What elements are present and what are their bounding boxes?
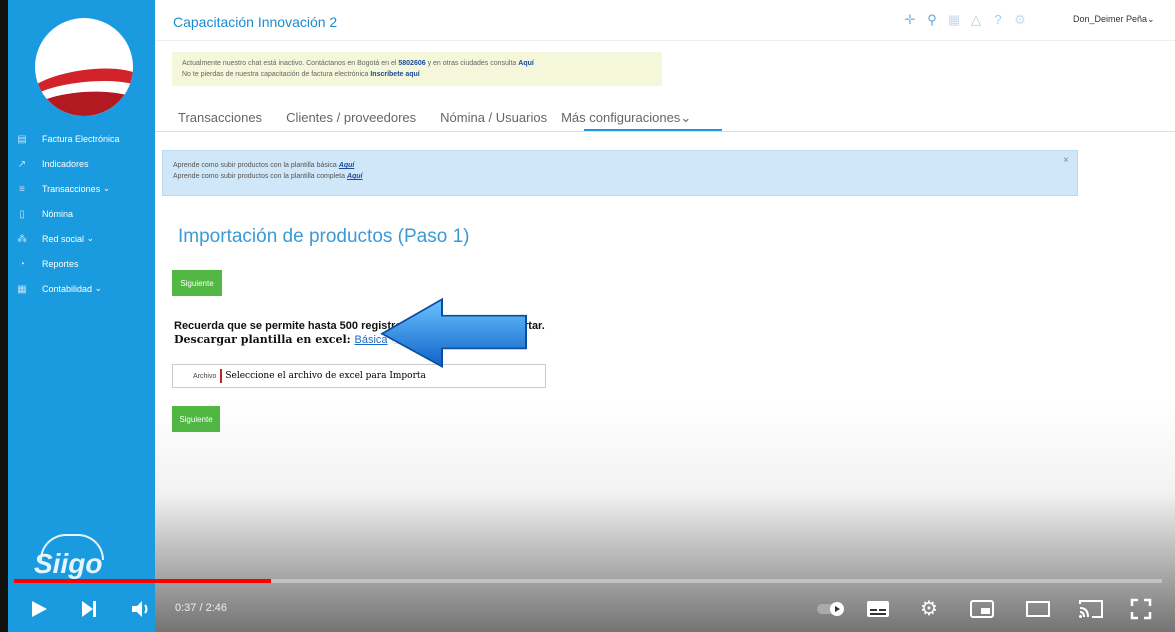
sidebar-item-transacciones[interactable]: ≡ Transacciones ⌄ — [8, 176, 155, 201]
info-alert: Aprende como subir productos con la plan… — [162, 150, 1078, 196]
brand-logo: Siigo — [34, 548, 103, 579]
sidebar-item-label: Factura Electrónica — [42, 133, 120, 144]
company-title[interactable]: Capacitación Innovación 2 — [173, 14, 337, 30]
video-progress-fill — [14, 579, 271, 583]
notice-text: y en otras ciudades consulta — [427, 60, 517, 67]
record-limit-text: Recuerda que se permite hasta 500 regist… — [174, 320, 545, 332]
cursor-mark — [220, 369, 223, 383]
active-tab-indicator — [584, 129, 722, 131]
download-label: Descargar plantilla en excel: — [174, 333, 351, 346]
sidebar-item-label: Indicadores — [42, 158, 89, 169]
bell-icon[interactable]: △ — [965, 12, 987, 28]
sidebar-item-contabilidad[interactable]: ▦ Contabilidad ⌄ — [8, 276, 155, 301]
tab-transacciones[interactable]: Transacciones — [178, 110, 262, 126]
notice-link[interactable]: Aquí — [518, 60, 534, 67]
notice-text: No te pierdas de nuestra capacitación de… — [182, 71, 369, 78]
info-link-basica[interactable]: Aquí — [339, 162, 355, 169]
tab-nomina[interactable]: Nómina / Usuarios — [440, 110, 547, 126]
sidebar-nav: ▤ Factura Electrónica ↗ Indicadores ≡ Tr… — [8, 126, 155, 301]
tab-label: Más configuraciones — [561, 110, 681, 125]
cast-icon[interactable] — [1078, 598, 1104, 620]
list-icon: ≡ — [19, 183, 25, 195]
close-icon[interactable]: × — [1063, 155, 1069, 166]
tab-clientes[interactable]: Clientes / proveedores — [286, 110, 416, 126]
people-icon: ⁂ — [17, 233, 27, 245]
chevron-down-icon: ⌄ — [680, 110, 692, 125]
notice-phone: 5802606 — [398, 60, 426, 67]
file-icon: ▯ — [19, 208, 25, 220]
sidebar-item-label: Transacciones — [42, 183, 101, 194]
app-header: Capacitación Innovación 2 ✛ ⚲ ▦ △ ? ⚙ Do… — [155, 0, 1175, 41]
volume-icon[interactable] — [130, 598, 152, 620]
app-logo[interactable] — [35, 18, 133, 116]
sidebar-item-label: Red social — [42, 233, 85, 244]
search-icon[interactable]: ⚲ — [921, 12, 943, 28]
calendar-icon[interactable]: ▦ — [943, 12, 965, 28]
info-link-completa[interactable]: Aquí — [347, 173, 363, 180]
sidebar-item-label: Contabilidad — [42, 283, 93, 294]
notice-link[interactable]: Inscríbete aquí — [370, 71, 419, 78]
sidebar-item-indicadores[interactable]: ↗ Indicadores — [8, 151, 155, 176]
grid-icon: ▦ — [17, 283, 27, 295]
chart-icon: ↗ — [17, 158, 27, 170]
info-text: Aprende como subir productos con la plan… — [173, 173, 345, 180]
next-button[interactable]: Siguiente — [172, 270, 222, 296]
tab-mas-configuraciones[interactable]: Más configuraciones⌄ — [561, 110, 691, 126]
help-icon[interactable]: ? — [987, 12, 1009, 28]
sidebar-item-factura[interactable]: ▤ Factura Electrónica — [8, 126, 155, 151]
next-track-icon[interactable] — [78, 598, 100, 620]
record-limit-text-a: Recuerda que se permite hasta 500 regist… — [174, 320, 403, 332]
autoplay-toggle-icon[interactable] — [816, 600, 848, 618]
pie-icon: ◔ — [18, 258, 26, 270]
file-input-label: Archivo — [193, 372, 217, 380]
info-text: Aprende como subir productos con la plan… — [173, 162, 337, 169]
gear-icon[interactable]: ⚙ — [920, 596, 938, 621]
header-icons: ✛ ⚲ ▦ △ ? ⚙ — [899, 12, 1031, 28]
miniplayer-icon[interactable] — [970, 600, 994, 618]
sidebar-item-label: Reportes — [42, 258, 79, 269]
add-icon[interactable]: ✛ — [899, 12, 921, 28]
chat-notice: Actualmente nuestro chat está inactivo. … — [172, 52, 662, 86]
document-icon: ▤ — [17, 133, 27, 145]
fullscreen-icon[interactable] — [1130, 598, 1152, 620]
sidebar-item-reportes[interactable]: ◔ Reportes — [8, 251, 155, 276]
notice-text: Actualmente nuestro chat está inactivo. … — [182, 60, 397, 67]
theater-mode-icon[interactable] — [1026, 600, 1050, 618]
video-controls-gradient — [155, 400, 1175, 632]
user-name: Don_Deimer Peña — [1073, 14, 1148, 24]
page-title: Importación de productos (Paso 1) — [178, 226, 470, 247]
sidebar-item-nomina[interactable]: ▯ Nómina — [8, 201, 155, 226]
play-icon[interactable] — [28, 598, 50, 620]
video-frame: ▤ Factura Electrónica ↗ Indicadores ≡ Tr… — [0, 0, 1175, 632]
letterbox — [0, 0, 8, 632]
tabs-divider — [155, 131, 1175, 132]
sidebar-item-label: Nómina — [42, 208, 74, 219]
arrow-icon — [380, 297, 527, 368]
main-tabs: Transacciones Clientes / proveedores Nóm… — [178, 110, 715, 126]
gear-icon[interactable]: ⚙ — [1009, 12, 1031, 28]
file-input-placeholder: Seleccione el archivo de excel para Impo… — [225, 371, 426, 381]
download-template-row: Descargar plantilla en excel: Básica ⓘ — [174, 333, 400, 346]
user-menu[interactable]: Don_Deimer Peña⌄ — [1073, 14, 1155, 25]
subtitles-icon[interactable] — [866, 600, 890, 618]
sidebar-item-red-social[interactable]: ⁂ Red social ⌄ — [8, 226, 155, 251]
video-time: 0:37 / 2:46 — [175, 602, 227, 614]
